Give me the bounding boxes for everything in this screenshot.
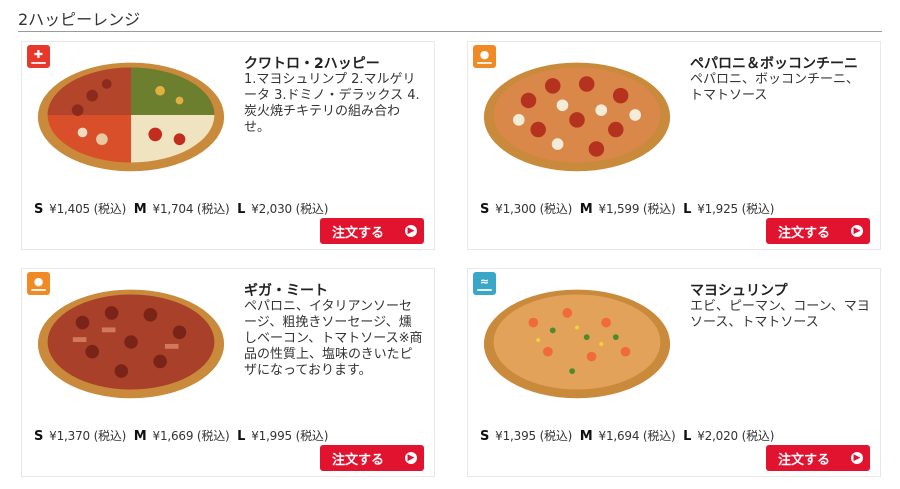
size-l-label: L [683,202,692,217]
order-button-label: 注文する [332,452,385,468]
price-row: S ¥1,405 (税込) M ¥1,704 (税込) L ¥2,030 (税込) [34,200,434,217]
price-s: ¥1,405 (税込) [49,202,127,216]
product-name: ギガ・ミート [244,283,328,299]
order-button[interactable]: 注文する ▶ [766,218,870,244]
product-description: ペパロニ、ボッコンチーニ、トマトソース [690,72,860,103]
size-m-label: M [579,202,593,217]
price-m: ¥1,694 (税込) [598,429,676,443]
size-s-label: S [480,202,490,217]
order-button[interactable]: 注文する ▶ [320,218,424,244]
order-button-label: 注文する [332,225,385,241]
size-l-label: L [237,202,246,217]
section-divider [18,31,882,32]
price-l: ¥1,995 (税込) [251,429,329,443]
product-description: ペパロニ、イタリアンソーセージ、粗挽きソーセージ、燻しベーコン、トマトソース※商… [244,299,423,378]
size-l-label: L [237,429,246,444]
pizza-image[interactable] [480,283,674,401]
price-s: ¥1,370 (税込) [49,429,127,443]
section-title: 2ハッピーレンジ [18,10,141,29]
price-m: ¥1,704 (税込) [152,202,230,216]
order-button-label: 注文する [778,225,831,241]
price-s: ¥1,300 (税込) [495,202,573,216]
product-description: 1.マヨシュリンプ 2.マルゲリータ 3.ドミノ・デラックス 4.炭火焼チキテリ… [244,72,420,135]
chevron-right-icon: ▶ [851,225,863,237]
size-s-label: S [480,429,490,444]
price-s: ¥1,395 (税込) [495,429,573,443]
price-l: ¥1,925 (税込) [697,202,775,216]
chevron-right-icon: ▶ [851,452,863,464]
chevron-right-icon: ▶ [405,225,417,237]
price-l: ¥2,020 (税込) [697,429,775,443]
size-l-label: L [683,429,692,444]
size-m-label: M [579,429,593,444]
price-row: S ¥1,300 (税込) M ¥1,599 (税込) L ¥1,925 (税込) [480,200,880,217]
price-row: S ¥1,395 (税込) M ¥1,694 (税込) L ¥2,020 (税込) [480,427,880,444]
price-l: ¥2,030 (税込) [251,202,329,216]
size-s-label: S [34,202,44,217]
product-card-quattro: ✚ クワトロ・2ハッピー 1.マヨシュリンプ 2.マルゲリータ 3.ドミノ・デラ… [21,41,435,250]
chevron-right-icon: ▶ [405,452,417,464]
order-button-label: 注文する [778,452,831,468]
product-name: マヨシュリンプ [690,283,788,299]
product-card-giga-meat: ● ギガ・ミート ペパロニ、イタリアンソーセージ、粗挽きソーセージ、燻しベーコン… [21,268,435,477]
size-s-label: S [34,429,44,444]
price-m: ¥1,669 (税込) [152,429,230,443]
size-m-label: M [133,202,147,217]
product-name: ペパロニ＆ボッコンチーニ [690,56,858,72]
order-button[interactable]: 注文する ▶ [766,445,870,471]
pizza-image[interactable] [34,56,228,174]
order-button[interactable]: 注文する ▶ [320,445,424,471]
product-card-pepperoni: ● ペパロニ＆ボッコンチーニ ペパロニ、ボッコンチーニ、トマトソース S ¥1,3… [467,41,881,250]
product-name: クワトロ・2ハッピー [244,56,380,72]
product-card-mayo-shrimp: ≈ マヨシュリンプ エビ、ピーマン、コーン、マヨソース、トマトソース S ¥1,3… [467,268,881,477]
product-description: エビ、ピーマン、コーン、マヨソース、トマトソース [690,299,870,330]
price-row: S ¥1,370 (税込) M ¥1,669 (税込) L ¥1,995 (税込) [34,427,434,444]
pizza-image[interactable] [480,56,674,174]
pizza-image[interactable] [34,283,228,401]
size-m-label: M [133,429,147,444]
price-m: ¥1,599 (税込) [598,202,676,216]
